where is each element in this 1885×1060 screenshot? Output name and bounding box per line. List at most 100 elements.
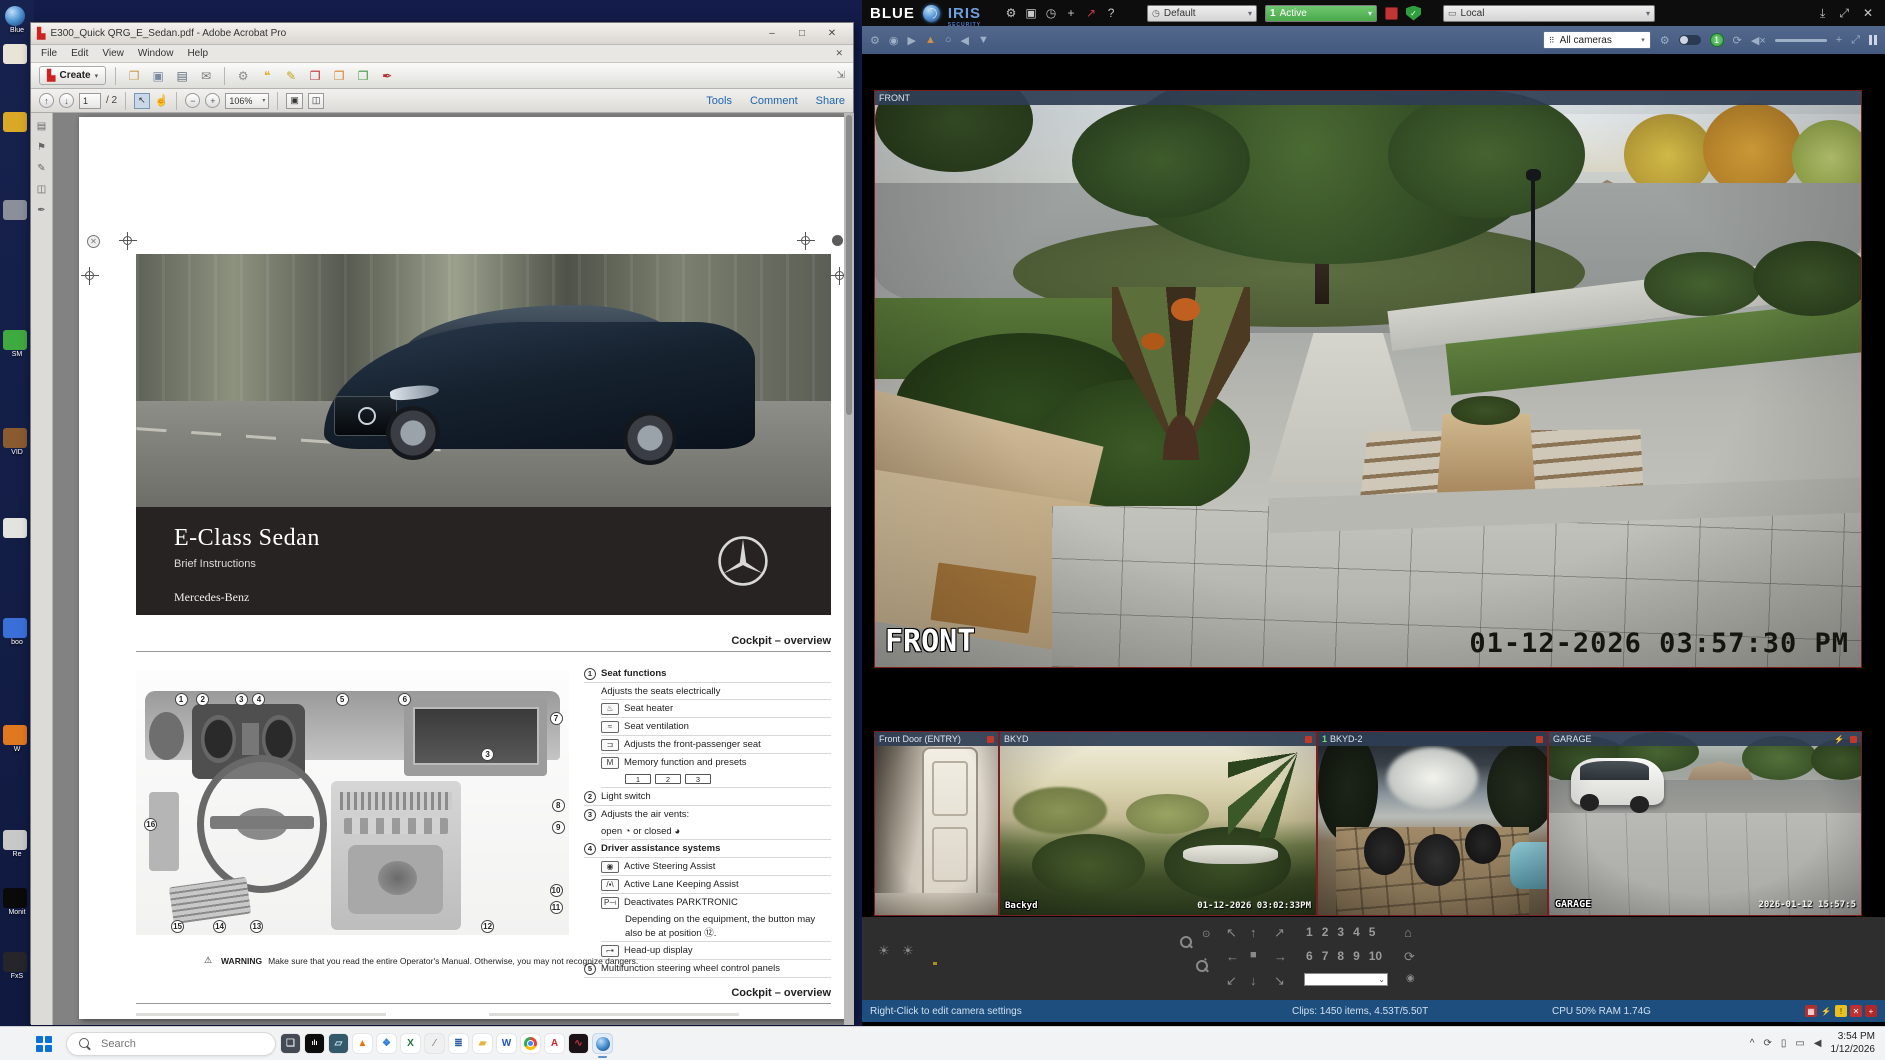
ptz-left-icon[interactable]: ←	[1226, 949, 1239, 964]
taskbar-blueiris-icon[interactable]	[593, 1034, 612, 1053]
refresh-icon[interactable]: ⟳	[1733, 34, 1742, 47]
zoom-in-icon[interactable]: +	[205, 93, 220, 108]
layers-icon[interactable]: ◫	[34, 181, 50, 197]
view-settings-gear-icon[interactable]: ⚙	[1660, 34, 1670, 47]
zoom-out-icon[interactable]: −	[185, 93, 200, 108]
taskbar-audio-icon[interactable]: ılı	[305, 1034, 324, 1053]
ptz-home-icon[interactable]: ⌂	[1404, 925, 1412, 940]
camera-icon[interactable]: ▶	[907, 34, 915, 47]
comment-bubble-icon[interactable]: ❝	[258, 67, 276, 85]
fullscreen-icon[interactable]: ⤢	[1839, 6, 1849, 21]
gear-icon[interactable]: ⚙	[234, 67, 252, 85]
status-power-icon[interactable]: ⚡	[1820, 1005, 1832, 1017]
mic-icon[interactable]: ▼	[978, 34, 989, 46]
taskbar-fx-icon[interactable]: ∿	[569, 1034, 588, 1053]
tray-volume-icon[interactable]: ◀	[1814, 1038, 1822, 1049]
signatures-icon[interactable]: ✒	[34, 202, 50, 218]
focus-near-icon[interactable]: •	[1204, 955, 1207, 964]
desktop-icon-w[interactable]	[3, 725, 27, 745]
brightness-icon[interactable]: ☀	[878, 943, 890, 959]
desktop-icon-vid[interactable]	[3, 428, 27, 448]
highlight-icon[interactable]: ✎	[282, 67, 300, 85]
thumbnail-garage[interactable]: GARAGE ⚡ GARAGE 2026-01-12 15:57:5	[1548, 731, 1862, 916]
taskbar-photos-icon[interactable]: ❖	[377, 1034, 396, 1053]
hidden-icons-chevron[interactable]: ^	[1750, 1038, 1755, 1049]
ptz-down-icon[interactable]: ↓	[1250, 973, 1257, 988]
cycle-toggle[interactable]	[1679, 35, 1701, 45]
attachments-icon[interactable]: ✎	[34, 160, 50, 176]
desktop-icon-blueiris[interactable]	[5, 6, 25, 26]
page-number-input[interactable]	[79, 93, 101, 109]
desktop-icon-sm[interactable]	[3, 330, 27, 350]
ptz-preset-6[interactable]: 6	[1306, 949, 1313, 963]
ptz-patrol-icon[interactable]: ⟳	[1404, 949, 1415, 965]
acrobat-titlebar[interactable]: ▙ E300_Quick QRG_E_Sedan.pdf - Adobe Acr…	[31, 23, 853, 45]
blueiris-titlebar[interactable]: BLUE IRIS SECURITY ⚙▣◷+↗? ◷ Default ▾ 1 …	[862, 0, 1885, 26]
zoom-level-select[interactable]: 106%▾	[225, 93, 269, 109]
schedule-select[interactable]: 1 Active ▾	[1265, 5, 1377, 22]
record-icon[interactable]: ◉	[889, 34, 899, 47]
ptz-preset-5[interactable]: 5	[1369, 925, 1376, 939]
save-icon[interactable]: ▣	[149, 67, 167, 85]
minimize-button[interactable]: –	[757, 26, 787, 42]
status-error-icon[interactable]: ✕	[1850, 1005, 1862, 1017]
ptz-preset-8[interactable]: 8	[1337, 949, 1344, 963]
search-box[interactable]	[66, 1032, 276, 1056]
ptz-preset-1[interactable]: 1	[1306, 925, 1313, 939]
document-close-icon[interactable]: ✕	[835, 48, 843, 59]
traffic-signal-button[interactable]	[1385, 7, 1398, 20]
tools-tab[interactable]: Tools	[706, 95, 732, 107]
create-button[interactable]: ▙ Create ▾	[39, 66, 106, 85]
acrobat-document-area[interactable]: ✕ E-Class Sedan Br	[53, 113, 854, 1025]
taskbar-acrobat-icon[interactable]: A	[545, 1034, 564, 1053]
taskbar-word-doc-icon[interactable]: ≣	[449, 1034, 468, 1053]
page-thumbnails-icon[interactable]: ▤	[34, 118, 50, 134]
menu-file[interactable]: File	[41, 48, 57, 59]
status-grid-icon[interactable]: ▦	[1805, 1005, 1817, 1017]
ptz-down-right-icon[interactable]: ↘	[1274, 973, 1285, 989]
taskbar-vlc-icon[interactable]: ▲	[353, 1034, 372, 1053]
flag-up-icon[interactable]: ▲	[925, 34, 936, 46]
preset-select[interactable]: ⌄	[1304, 973, 1388, 986]
ptz-right-icon[interactable]: →	[1274, 949, 1287, 964]
share-tab[interactable]: Share	[816, 95, 845, 107]
bookmarks-icon[interactable]: ⚑	[34, 139, 50, 155]
stats-chart-icon[interactable]: ↗	[1081, 6, 1101, 20]
ptz-preset-9[interactable]: 9	[1353, 949, 1360, 963]
ptz-stop-icon[interactable]: ■	[1250, 949, 1257, 961]
ptz-up-left-icon[interactable]: ↖	[1226, 925, 1237, 941]
desktop-icon-document[interactable]	[3, 44, 27, 64]
volume-slider[interactable]	[1775, 39, 1827, 42]
ptz-move-icon[interactable]: +	[1061, 6, 1081, 20]
menu-view[interactable]: View	[102, 48, 124, 59]
previous-page-icon[interactable]: ↑	[39, 93, 54, 108]
thumbnail-bkyd[interactable]: BKYD Backyd 01-12-2026 03:02:33PM	[999, 731, 1317, 916]
taskbar-clock[interactable]: 3:54 PM 1/12/2026	[1831, 1031, 1876, 1056]
schedule-clock-icon[interactable]: ◷	[1041, 6, 1061, 20]
ptz-preset-7[interactable]: 7	[1322, 949, 1329, 963]
profile-select[interactable]: ◷ Default ▾	[1147, 5, 1257, 22]
status-shield-icon[interactable]: +	[1865, 1005, 1877, 1017]
create-pdf-icon[interactable]: ❒	[330, 67, 348, 85]
desktop-icon-gray[interactable]	[3, 200, 27, 220]
hand-tool-icon[interactable]: ☝	[155, 94, 169, 107]
taskbar-folder-icon[interactable]: ▰	[473, 1034, 492, 1053]
thumbnail-front-door[interactable]: Front Door (ENTRY)	[874, 731, 999, 916]
sync-icon[interactable]: ⟳	[1763, 1038, 1771, 1049]
search-input[interactable]	[99, 1037, 219, 1051]
taskbar-tool-icon[interactable]: ⁄	[425, 1034, 444, 1053]
mute-speaker-icon[interactable]: ◀×	[1751, 34, 1766, 47]
desktop-icon-yellow[interactable]	[3, 112, 27, 132]
select-tool-icon[interactable]: ↖	[134, 93, 150, 109]
speaker-icon[interactable]: ◀	[961, 34, 969, 47]
print-icon[interactable]: ▤	[173, 67, 191, 85]
desktop-icon-fxs[interactable]	[3, 952, 27, 972]
ptz-preset-2[interactable]: 2	[1322, 925, 1329, 939]
desktop-icon-re[interactable]	[3, 830, 27, 850]
start-button[interactable]	[36, 1036, 52, 1052]
main-camera-feed[interactable]: FRONT	[874, 90, 1862, 668]
expand-icon[interactable]: ⤢	[1851, 34, 1860, 47]
thumbnail-bkyd-2[interactable]: 1 BKYD-2	[1317, 731, 1548, 916]
reduce-pdf-icon[interactable]: ❒	[354, 67, 372, 85]
desktop-icon-monitor[interactable]	[3, 888, 27, 908]
